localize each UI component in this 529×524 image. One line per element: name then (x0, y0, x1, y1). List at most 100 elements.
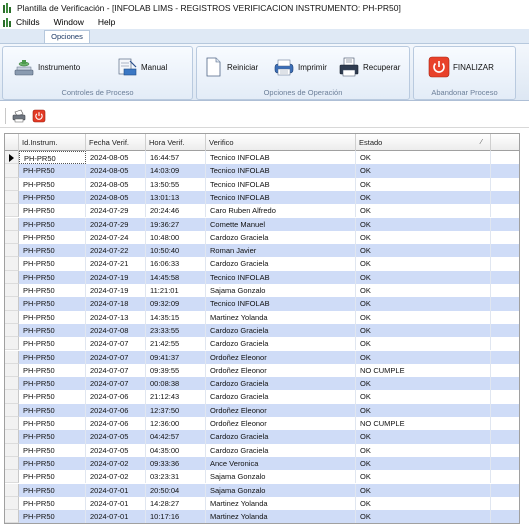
cell-id-instrum[interactable]: PH-PR50 (19, 337, 86, 351)
cell-verifico[interactable]: Tecnico INFOLAB (206, 190, 356, 205)
cell-hora-verif[interactable]: 09:33:36 (146, 456, 206, 471)
table-row[interactable]: PH-PR50 2024-07-21 16:06:33 Cardozo Graciel… (5, 257, 519, 271)
cell-estado[interactable]: OK (356, 430, 491, 444)
cell-verifico[interactable]: Ordoñez Eleonor (206, 363, 356, 378)
cell-estado[interactable]: OK (356, 297, 491, 311)
cell-fecha-verif[interactable]: 2024-07-22 (86, 244, 146, 258)
cell-id-instrum[interactable]: PH-PR50 (19, 310, 86, 324)
menu-childs[interactable]: Childs (16, 17, 40, 27)
table-row[interactable]: PH-PR50 2024-07-06 21:12:43 Cardozo Graciel… (5, 390, 519, 404)
cell-fecha-verif[interactable]: 2024-07-29 (86, 204, 146, 218)
cell-fecha-verif[interactable]: 2024-07-29 (86, 217, 146, 231)
cell-id-instrum[interactable]: PH-PR50 (19, 177, 86, 191)
row-selector[interactable] (5, 350, 19, 364)
cell-hora-verif[interactable]: 14:28:27 (146, 496, 206, 511)
cell-hora-verif[interactable]: 14:35:15 (146, 310, 206, 324)
cell-fecha-verif[interactable]: 2024-07-08 (86, 323, 146, 338)
cell-id-instrum[interactable]: PH-PR50 (19, 417, 86, 431)
cell-estado[interactable]: OK (356, 270, 491, 284)
stop-icon[interactable] (32, 109, 46, 123)
cell-estado[interactable]: OK (356, 470, 491, 484)
table-row[interactable]: PH-PR50 2024-07-06 12:36:00 Ordoñez Eleonor… (5, 417, 519, 431)
table-row[interactable]: PH-PR50 2024-07-19 11:21:01 Sajama Gonzalo O… (5, 284, 519, 298)
row-selector[interactable] (5, 177, 19, 191)
cell-id-instrum[interactable]: PH-PR50 (19, 363, 86, 378)
cell-hora-verif[interactable]: 00:08:38 (146, 377, 206, 391)
cell-fecha-verif[interactable]: 2024-08-05 (86, 164, 146, 178)
cell-fecha-verif[interactable]: 2024-08-05 (86, 177, 146, 191)
cell-id-instrum[interactable]: PH-PR50 (19, 164, 86, 178)
row-selector[interactable] (5, 297, 19, 311)
cell-hora-verif[interactable]: 04:35:00 (146, 443, 206, 457)
cell-estado[interactable]: OK (356, 257, 491, 271)
cell-fecha-verif[interactable]: 2024-07-01 (86, 510, 146, 523)
cell-fecha-verif[interactable]: 2024-08-05 (86, 151, 146, 165)
row-selector[interactable] (5, 470, 19, 484)
cell-id-instrum[interactable]: PH-PR50 (19, 430, 86, 444)
cell-fecha-verif[interactable]: 2024-07-05 (86, 443, 146, 457)
cell-id-instrum[interactable]: PH-PR50 (19, 443, 86, 457)
cell-fecha-verif[interactable]: 2024-07-06 (86, 390, 146, 404)
table-row[interactable]: PH-PR50 2024-07-13 14:35:15 Martinez Yoland… (5, 310, 519, 324)
cell-verifico[interactable]: Sajama Gonzalo (206, 483, 356, 497)
cell-verifico[interactable]: Roman Javier (206, 244, 356, 258)
cell-hora-verif[interactable]: 13:50:55 (146, 177, 206, 191)
cell-id-instrum[interactable]: PH-PR50 (19, 483, 86, 497)
cell-fecha-verif[interactable]: 2024-07-07 (86, 377, 146, 391)
row-selector[interactable] (5, 403, 19, 417)
cell-estado[interactable]: OK (356, 510, 491, 523)
cell-verifico[interactable]: Sajama Gonzalo (206, 470, 356, 484)
cell-hora-verif[interactable]: 09:39:55 (146, 363, 206, 378)
cell-estado[interactable]: NO CUMPLE (356, 417, 491, 431)
cell-hora-verif[interactable]: 10:50:40 (146, 244, 206, 258)
row-selector[interactable] (5, 323, 19, 338)
cell-id-instrum[interactable]: PH-PR50 (19, 456, 86, 471)
cell-id-instrum[interactable]: PH-PR50 (19, 377, 86, 391)
cell-hora-verif[interactable]: 09:32:09 (146, 297, 206, 311)
row-selector[interactable] (5, 164, 19, 178)
cell-id-instrum[interactable]: PH-PR50 (19, 190, 86, 205)
cell-id-instrum[interactable]: PH-PR50 (19, 270, 86, 284)
row-selector[interactable] (5, 363, 19, 378)
row-selector[interactable] (5, 430, 19, 444)
row-selector[interactable] (5, 217, 19, 231)
recuperar-button[interactable]: Recuperar (338, 55, 400, 79)
cell-hora-verif[interactable]: 12:36:00 (146, 417, 206, 431)
cell-id-instrum[interactable]: PH-PR50 (19, 244, 86, 258)
table-row[interactable]: PH-PR50 2024-07-01 14:28:27 Martinez Yoland… (5, 496, 519, 511)
cell-verifico[interactable]: Martinez Yolanda (206, 310, 356, 324)
cell-verifico[interactable]: Tecnico INFOLAB (206, 297, 356, 311)
cell-verifico[interactable]: Tecnico INFOLAB (206, 151, 356, 165)
cell-verifico[interactable]: Cardozo Graciela (206, 443, 356, 457)
table-row[interactable]: PH-PR50 2024-07-05 04:42:57 Cardozo Graciel… (5, 430, 519, 444)
table-row[interactable]: PH-PR50 2024-08-05 14:03:09 Tecnico INFOLAB… (5, 164, 519, 178)
cell-fecha-verif[interactable]: 2024-07-06 (86, 417, 146, 431)
cell-id-instrum[interactable]: PH-PR50 (19, 257, 86, 271)
cell-id-instrum[interactable]: PH-PR50 (19, 496, 86, 511)
cell-estado[interactable]: OK (356, 284, 491, 298)
table-row[interactable]: PH-PR50 2024-07-29 20:24:46 Caro Ruben Alfr… (5, 204, 519, 218)
cell-verifico[interactable]: Tecnico INFOLAB (206, 177, 356, 191)
cell-verifico[interactable]: Ordoñez Eleonor (206, 417, 356, 431)
cell-hora-verif[interactable]: 14:45:58 (146, 270, 206, 284)
row-selector[interactable] (5, 456, 19, 471)
column-id-instrum[interactable]: Id.Instrum. (19, 134, 86, 151)
cell-fecha-verif[interactable]: 2024-07-06 (86, 403, 146, 417)
row-selector[interactable] (5, 337, 19, 351)
cell-id-instrum[interactable]: PH-PR50 (19, 297, 86, 311)
table-row[interactable]: PH-PR50 2024-08-05 13:50:55 Tecnico INFOLAB… (5, 177, 519, 191)
cell-estado[interactable]: OK (356, 164, 491, 178)
cell-hora-verif[interactable]: 21:12:43 (146, 390, 206, 404)
cell-verifico[interactable]: Ordoñez Eleonor (206, 350, 356, 364)
cell-fecha-verif[interactable]: 2024-07-24 (86, 230, 146, 245)
cell-hora-verif[interactable]: 12:37:50 (146, 403, 206, 417)
cell-verifico[interactable]: Cardozo Graciela (206, 390, 356, 404)
cell-id-instrum[interactable]: PH-PR50 (19, 470, 86, 484)
cell-fecha-verif[interactable]: 2024-07-05 (86, 430, 146, 444)
cell-hora-verif[interactable]: 16:44:57 (146, 151, 206, 165)
cell-verifico[interactable]: Martinez Yolanda (206, 496, 356, 511)
cell-estado[interactable]: OK (356, 204, 491, 218)
cell-fecha-verif[interactable]: 2024-07-02 (86, 456, 146, 471)
cell-verifico[interactable]: Cardozo Graciela (206, 230, 356, 245)
cell-fecha-verif[interactable]: 2024-07-01 (86, 496, 146, 511)
